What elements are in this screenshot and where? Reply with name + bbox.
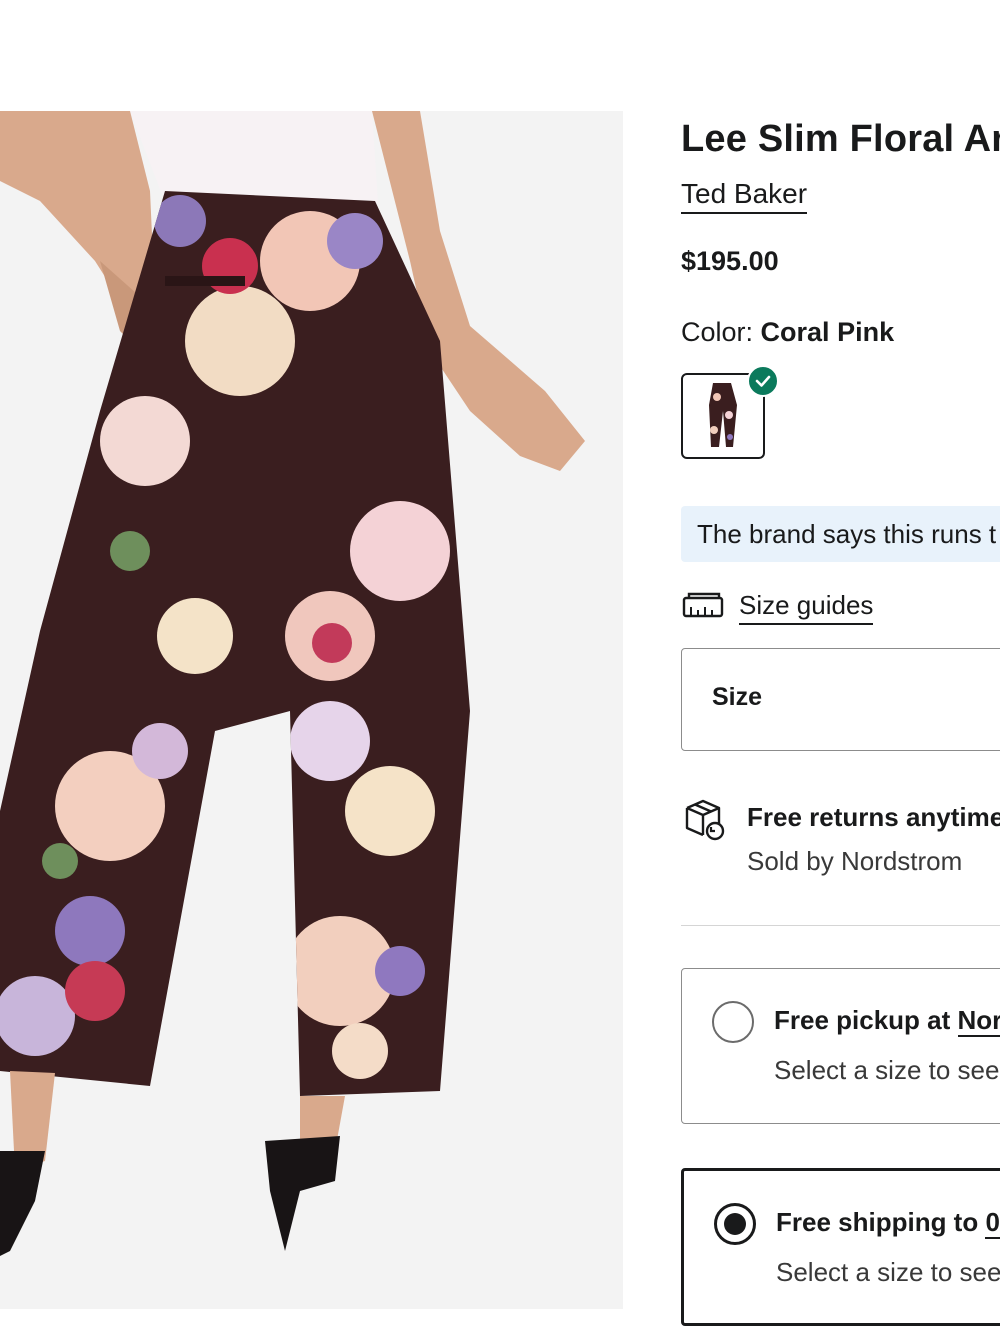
radio-selected-dot [724, 1213, 746, 1235]
shipping-zip-link[interactable]: 0 [985, 1207, 1000, 1239]
returns-title: Free returns anytime [747, 802, 1000, 832]
product-image[interactable] [0, 111, 623, 1309]
color-value: Coral Pink [760, 317, 895, 347]
delivery-option-pickup[interactable]: Free pickup at Nor Select a size to see [681, 968, 1000, 1124]
shipping-subtitle: Select a size to see [776, 1257, 1000, 1287]
pickup-store-link[interactable]: Nor [957, 1005, 1000, 1037]
pickup-title: Free pickup at Nor [774, 1005, 1000, 1037]
shipping-title: Free shipping to 0 [776, 1207, 1000, 1239]
brand-link[interactable]: Ted Baker [681, 178, 808, 214]
floral-pants-photo [0, 111, 585, 1256]
size-guides-label: Size guides [739, 590, 874, 625]
color-row: Color: Coral Pink [681, 317, 894, 348]
product-title: Lee Slim Floral Ar [681, 118, 1000, 160]
fit-note-banner: The brand says this runs t [681, 506, 1000, 562]
color-label: Color: [681, 317, 754, 347]
pickup-title-text: Free pickup at [774, 1005, 958, 1035]
pickup-radio[interactable] [712, 1001, 754, 1043]
shipping-radio[interactable] [714, 1203, 756, 1245]
delivery-option-shipping[interactable]: Free shipping to 0 Select a size to see [681, 1168, 1000, 1326]
divider [681, 925, 1000, 926]
shipping-title-text: Free shipping to [776, 1207, 986, 1237]
returns-info: Free returns anytime Sold by Nordstrom [681, 796, 1000, 896]
product-info-panel: Lee Slim Floral Ar Ted Baker $195.00 Col… [681, 0, 1000, 1333]
sold-by: Sold by Nordstrom [747, 846, 963, 876]
color-swatch-coral-pink[interactable] [681, 365, 779, 459]
selected-check-icon [747, 365, 779, 397]
size-select-label: Size [712, 683, 763, 711]
pickup-subtitle: Select a size to see [774, 1055, 1000, 1085]
size-select[interactable]: Size [681, 648, 1000, 751]
product-price: $195.00 [681, 246, 779, 276]
